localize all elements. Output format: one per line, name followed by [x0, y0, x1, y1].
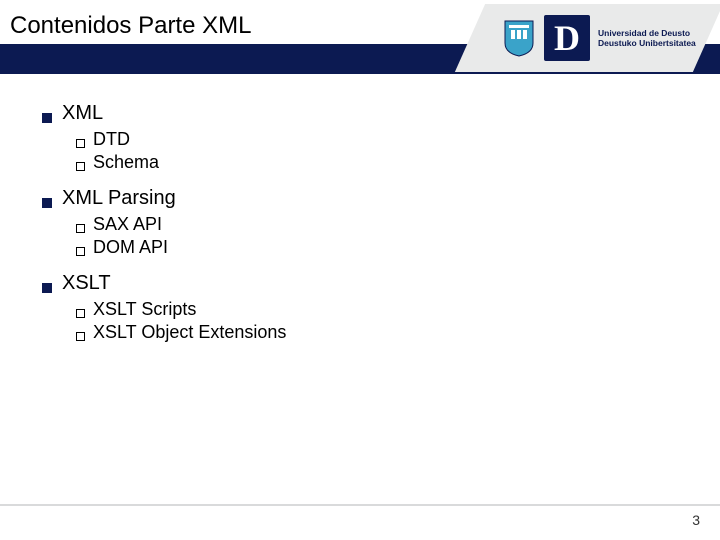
outline-subgroup: DTD Schema	[76, 129, 662, 173]
outline-subitem: XSLT Scripts	[76, 299, 662, 320]
outline-subitem: XSLT Object Extensions	[76, 322, 662, 343]
outline-label: XML Parsing	[62, 187, 176, 210]
outline-sublabel: XSLT Scripts	[93, 299, 196, 320]
outline-label: XSLT	[62, 272, 111, 295]
outline-item: XML	[42, 102, 662, 125]
outline-subgroup: XSLT Scripts XSLT Object Extensions	[76, 299, 662, 343]
outline-sublabel: DOM API	[93, 237, 168, 258]
outline-label: XML	[62, 102, 103, 125]
open-square-bullet-icon	[76, 139, 85, 148]
outline-subitem: Schema	[76, 152, 662, 173]
logo-letter: D	[544, 15, 590, 61]
outline-item: XSLT	[42, 272, 662, 295]
outline-item: XML Parsing	[42, 187, 662, 210]
page-number: 3	[692, 512, 700, 528]
outline-sublabel: XSLT Object Extensions	[93, 322, 286, 343]
university-logo: D Universidad de Deusto Deustuko Unibert…	[496, 4, 708, 72]
shield-icon	[502, 19, 536, 57]
slide: Contenidos Parte XML D Universidad de De…	[0, 0, 720, 540]
logo-line1: Universidad de Deusto	[598, 28, 696, 38]
open-square-bullet-icon	[76, 309, 85, 318]
outline-sublabel: Schema	[93, 152, 159, 173]
outline-subitem: SAX API	[76, 214, 662, 235]
content-outline: XML DTD Schema XML Parsing SAX API DOM	[42, 100, 662, 357]
outline-sublabel: SAX API	[93, 214, 162, 235]
outline-subgroup: SAX API DOM API	[76, 214, 662, 258]
square-bullet-icon	[42, 198, 52, 208]
square-bullet-icon	[42, 113, 52, 123]
outline-subitem: DTD	[76, 129, 662, 150]
logo-line2: Deustuko Unibertsitatea	[598, 38, 696, 48]
logo-inner: D Universidad de Deusto Deustuko Unibert…	[502, 10, 702, 66]
outline-subitem: DOM API	[76, 237, 662, 258]
open-square-bullet-icon	[76, 224, 85, 233]
footer-divider	[0, 504, 720, 506]
open-square-bullet-icon	[76, 247, 85, 256]
open-square-bullet-icon	[76, 162, 85, 171]
logo-text: Universidad de Deusto Deustuko Unibertsi…	[598, 28, 696, 48]
square-bullet-icon	[42, 283, 52, 293]
outline-sublabel: DTD	[93, 129, 130, 150]
open-square-bullet-icon	[76, 332, 85, 341]
